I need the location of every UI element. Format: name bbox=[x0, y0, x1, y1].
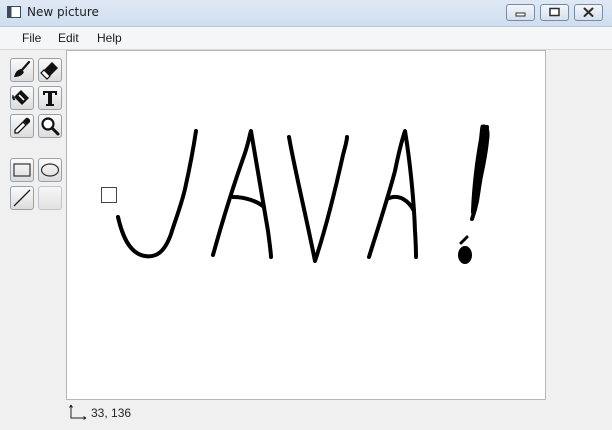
menu-bar: File Edit Help bbox=[0, 27, 612, 50]
paint-window: New picture File Edit Help 33, 136 bbox=[0, 0, 612, 430]
toolbox bbox=[0, 50, 66, 400]
maximize-icon bbox=[549, 7, 560, 17]
exclamation-dot-tail bbox=[459, 235, 469, 245]
minimize-button[interactable] bbox=[506, 4, 535, 21]
eraser-icon bbox=[40, 62, 58, 80]
eyedropper-icon bbox=[14, 117, 31, 134]
rectangle-tool-button[interactable] bbox=[10, 158, 34, 182]
eyedropper-tool-button[interactable] bbox=[10, 114, 34, 138]
exclamation-dot bbox=[458, 246, 472, 264]
eraser-tool-button[interactable] bbox=[38, 58, 62, 82]
menu-help[interactable]: Help bbox=[97, 31, 122, 45]
ellipse-tool-button[interactable] bbox=[38, 158, 62, 182]
maximize-button[interactable] bbox=[540, 4, 569, 21]
brush-tool-button[interactable] bbox=[10, 58, 34, 82]
menu-edit[interactable]: Edit bbox=[58, 31, 79, 45]
selection-square bbox=[101, 187, 117, 203]
close-icon bbox=[583, 7, 594, 17]
rectangle-icon bbox=[13, 163, 31, 177]
paintbrush-icon bbox=[14, 60, 31, 77]
menu-file[interactable]: File bbox=[22, 31, 41, 45]
line-icon bbox=[13, 189, 31, 207]
zoom-tool-button[interactable] bbox=[38, 114, 62, 138]
paint-bucket-icon bbox=[12, 90, 29, 105]
text-tool-icon bbox=[43, 91, 57, 106]
title-bar[interactable]: New picture bbox=[0, 0, 612, 27]
empty-tool-button[interactable] bbox=[38, 186, 62, 210]
minimize-icon bbox=[515, 12, 526, 17]
coordinates-icon bbox=[69, 404, 87, 420]
magnifier-icon bbox=[41, 117, 60, 136]
exclamation-bar bbox=[471, 124, 490, 216]
app-window-icon bbox=[7, 6, 21, 18]
cursor-coordinates: 33, 136 bbox=[91, 406, 132, 420]
window-title: New picture bbox=[27, 5, 99, 19]
drawing-canvas[interactable] bbox=[66, 50, 546, 400]
line-tool-button[interactable] bbox=[10, 186, 34, 210]
drawing-surface[interactable] bbox=[67, 51, 545, 399]
close-button[interactable] bbox=[574, 4, 603, 21]
ellipse-icon bbox=[40, 163, 60, 177]
fill-tool-button[interactable] bbox=[10, 86, 34, 110]
status-bar: 33, 136 bbox=[0, 400, 612, 430]
text-tool-button[interactable] bbox=[38, 86, 62, 110]
handwritten-drawing bbox=[116, 125, 489, 263]
